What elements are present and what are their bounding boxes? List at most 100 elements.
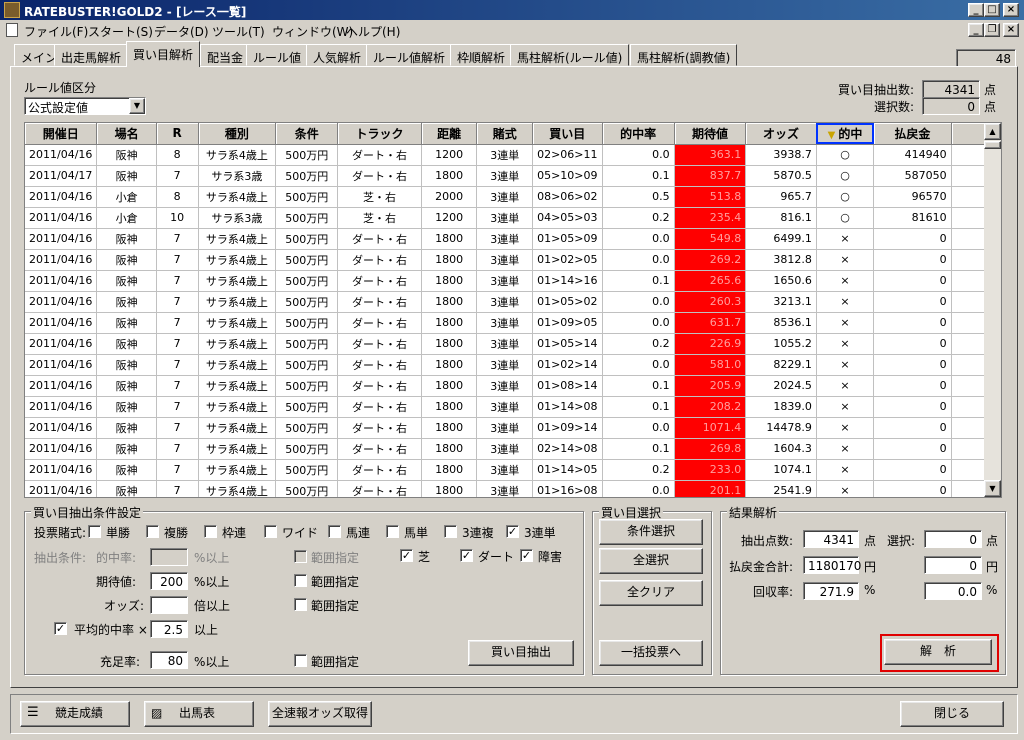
- bet-type-checkbox[interactable]: [204, 525, 217, 538]
- extract-count-value: 4341: [922, 80, 980, 98]
- expect-range-checkbox[interactable]: [294, 574, 307, 587]
- table-row[interactable]: 2011/04/16 阪神 7 サラ系4歳上 500万円 ダート・右 1800 3連単 01>1…: [25, 396, 1001, 418]
- menu-start[interactable]: スタート(S): [88, 23, 153, 40]
- cell-expected-value: 205.9: [674, 375, 747, 397]
- scroll-up-icon[interactable]: ▲: [984, 123, 1001, 140]
- track-checkbox[interactable]: ✓: [400, 549, 413, 562]
- bet-type-checkbox[interactable]: [386, 525, 399, 538]
- column-header-distance[interactable]: 距離: [421, 123, 478, 145]
- column-header-track[interactable]: トラック: [337, 123, 422, 145]
- close-window-button[interactable]: ×: [1003, 3, 1019, 17]
- bet-type-checkbox[interactable]: [88, 525, 101, 538]
- fill-rate-input[interactable]: 80: [150, 651, 188, 669]
- table-row[interactable]: 2011/04/16 阪神 7 サラ系4歳上 500万円 ダート・右 1800 3連単 01>1…: [25, 270, 1001, 292]
- column-header-hit-rate[interactable]: 的中率: [602, 123, 675, 145]
- column-header-race[interactable]: R: [156, 123, 199, 145]
- column-header-label: オッズ: [763, 126, 800, 141]
- cell-payout: 0: [873, 228, 952, 250]
- column-header-combination[interactable]: 買い目: [532, 123, 603, 145]
- close-button[interactable]: 閉じる: [900, 701, 1004, 727]
- tab-bet-analysis[interactable]: 買い目解析: [126, 41, 201, 67]
- table-row[interactable]: 2011/04/16 阪神 7 サラ系4歳上 500万円 ダート・右 1800 3連単 01>0…: [25, 375, 1001, 397]
- condition-select-button[interactable]: 条件選択: [599, 519, 703, 545]
- tab-pillar-rule[interactable]: 馬柱解析(ルール値): [510, 44, 630, 66]
- table-row[interactable]: 2011/04/16 阪神 7 サラ系4歳上 500万円 ダート・右 1800 3連単 01>0…: [25, 291, 1001, 313]
- table-row[interactable]: 2011/04/16 阪神 7 サラ系4歳上 500万円 ダート・右 1800 3連単 01>1…: [25, 459, 1001, 481]
- table-row[interactable]: 2011/04/16 阪神 7 サラ系4歳上 500万円 ダート・右 1800 3連単 01>0…: [25, 417, 1001, 439]
- cell-odds: 1839.0: [745, 396, 817, 418]
- avg-hit-input[interactable]: 2.5: [150, 620, 188, 638]
- race-results-button[interactable]: ☰ 競走成績: [20, 701, 130, 727]
- menu-tools[interactable]: ツール(T): [212, 23, 265, 40]
- race-card-button[interactable]: ▨ 出馬表: [144, 701, 254, 727]
- cell-bet-type: 3連単: [476, 270, 534, 292]
- cell-condition: 500万円: [275, 270, 339, 292]
- chevron-down-icon[interactable]: ▼: [129, 98, 145, 114]
- table-row[interactable]: 2011/04/16 阪神 7 サラ系4歳上 500万円 ダート・右 1800 3連単 01>0…: [25, 249, 1001, 271]
- table-row[interactable]: 2011/04/16 阪神 7 サラ系4歳上 500万円 ダート・右 1800 3連単 01>0…: [25, 228, 1001, 250]
- vertical-scrollbar[interactable]: ▲ ▼: [984, 123, 1001, 497]
- column-header-venue[interactable]: 場名: [96, 123, 157, 145]
- table-row[interactable]: 2011/04/16 小倉 10 サラ系3歳 500万円 芝・右 1200 3連単 04>05>…: [25, 207, 1001, 229]
- bet-type-checkbox[interactable]: ✓: [506, 525, 519, 538]
- fill-range-checkbox[interactable]: [294, 654, 307, 667]
- table-row[interactable]: 2011/04/16 小倉 8 サラ系4歳上 500万円 芝・右 2000 3連単 08>06>…: [25, 186, 1001, 208]
- column-header-date[interactable]: 開催日: [25, 123, 98, 145]
- clear-all-button[interactable]: 全クリア: [599, 580, 703, 606]
- bet-type-checkbox[interactable]: [146, 525, 159, 538]
- scroll-down-icon[interactable]: ▼: [984, 480, 1001, 497]
- minimize-button[interactable]: _: [968, 3, 984, 17]
- bet-type-checkbox[interactable]: [444, 525, 457, 538]
- select-all-button[interactable]: 全選択: [599, 548, 703, 574]
- column-header-bet-type[interactable]: 賭式: [476, 123, 534, 145]
- tab-rule-value[interactable]: ルール値: [246, 44, 309, 66]
- table-row[interactable]: 2011/04/17 阪神 7 サラ系3歳 500万円 ダート・右 1800 3連単 05>10…: [25, 165, 1001, 187]
- maximize-button[interactable]: □: [984, 3, 1000, 17]
- cell-hit: ×: [816, 459, 875, 481]
- extract-bets-button[interactable]: 買い目抽出: [468, 640, 574, 666]
- column-header-payout[interactable]: 払戻金: [873, 123, 952, 145]
- bulk-vote-button[interactable]: 一括投票へ: [599, 640, 703, 666]
- cell-class: サラ系4歳上: [198, 228, 277, 250]
- table-row[interactable]: 2011/04/16 阪神 7 サラ系4歳上 500万円 ダート・右 1800 3連単 01>0…: [25, 312, 1001, 334]
- cell-venue: 阪神: [96, 165, 157, 187]
- column-header-expected-value[interactable]: 期待値: [674, 123, 747, 145]
- odds-input[interactable]: [150, 596, 188, 614]
- track-checkbox[interactable]: ✓: [520, 549, 533, 562]
- column-header-odds[interactable]: オッズ: [745, 123, 817, 145]
- table-row[interactable]: 2011/04/16 阪神 7 サラ系4歳上 500万円 ダート・右 1800 3連単 01>0…: [25, 333, 1001, 355]
- table-row[interactable]: 2011/04/16 阪神 7 サラ系4歳上 500万円 ダート・右 1800 3連単 01>1…: [25, 480, 1001, 497]
- scroll-thumb[interactable]: [984, 141, 1001, 149]
- tab-popularity[interactable]: 人気解析: [306, 44, 369, 66]
- table-row[interactable]: 2011/04/16 阪神 7 サラ系4歳上 500万円 ダート・右 1800 3連単 01>0…: [25, 354, 1001, 376]
- menu-data[interactable]: データ(D): [154, 23, 209, 40]
- menu-window[interactable]: ウィンドウ(W): [272, 23, 353, 40]
- track-checkbox[interactable]: ✓: [460, 549, 473, 562]
- column-header-class[interactable]: 種別: [198, 123, 277, 145]
- mdi-close-button[interactable]: ×: [1003, 23, 1019, 37]
- mdi-restore-button[interactable]: ❐: [984, 23, 1000, 37]
- table-row[interactable]: 2011/04/16 阪神 8 サラ系4歳上 500万円 ダート・右 1200 3連単 02>0…: [25, 144, 1001, 166]
- menu-help[interactable]: ヘルプ(H): [346, 23, 400, 40]
- race-table[interactable]: 開催日 場名 R 種別 条件 トラック 距離 賭式 買い目 的中率 期待値 オッズ ▼ 的中 払戻金 201…: [24, 122, 1002, 498]
- table-row[interactable]: 2011/04/16 阪神 7 サラ系4歳上 500万円 ダート・右 1800 3連単 02>1…: [25, 438, 1001, 460]
- tab-gate-analysis[interactable]: 枠順解析: [450, 44, 513, 66]
- hit-rate-range-checkbox[interactable]: [294, 550, 307, 563]
- bet-type-checkbox[interactable]: [264, 525, 277, 538]
- menu-file[interactable]: ファイル(F): [24, 23, 88, 40]
- column-header-condition[interactable]: 条件: [275, 123, 339, 145]
- column-header-hit[interactable]: ▼ 的中: [816, 123, 875, 145]
- avg-hit-checkbox[interactable]: ✓: [54, 622, 67, 635]
- tab-rule-analysis[interactable]: ルール値解析: [366, 44, 453, 66]
- rule-select[interactable]: 公式設定値 ▼: [24, 97, 146, 115]
- analyze-button[interactable]: 解 析: [884, 639, 992, 665]
- odds-range-checkbox[interactable]: [294, 598, 307, 611]
- tab-pillar-training[interactable]: 馬柱解析(調教値): [630, 44, 738, 66]
- get-odds-button[interactable]: 全速報オッズ取得: [268, 701, 372, 727]
- bet-type-checkbox[interactable]: [328, 525, 341, 538]
- expect-input[interactable]: 200: [150, 572, 188, 590]
- mdi-minimize-button[interactable]: _: [968, 23, 984, 37]
- hit-rate-input[interactable]: [150, 548, 188, 566]
- tab-runner-analysis[interactable]: 出走馬解析: [54, 44, 129, 66]
- tab-payout[interactable]: 配当金: [200, 44, 251, 66]
